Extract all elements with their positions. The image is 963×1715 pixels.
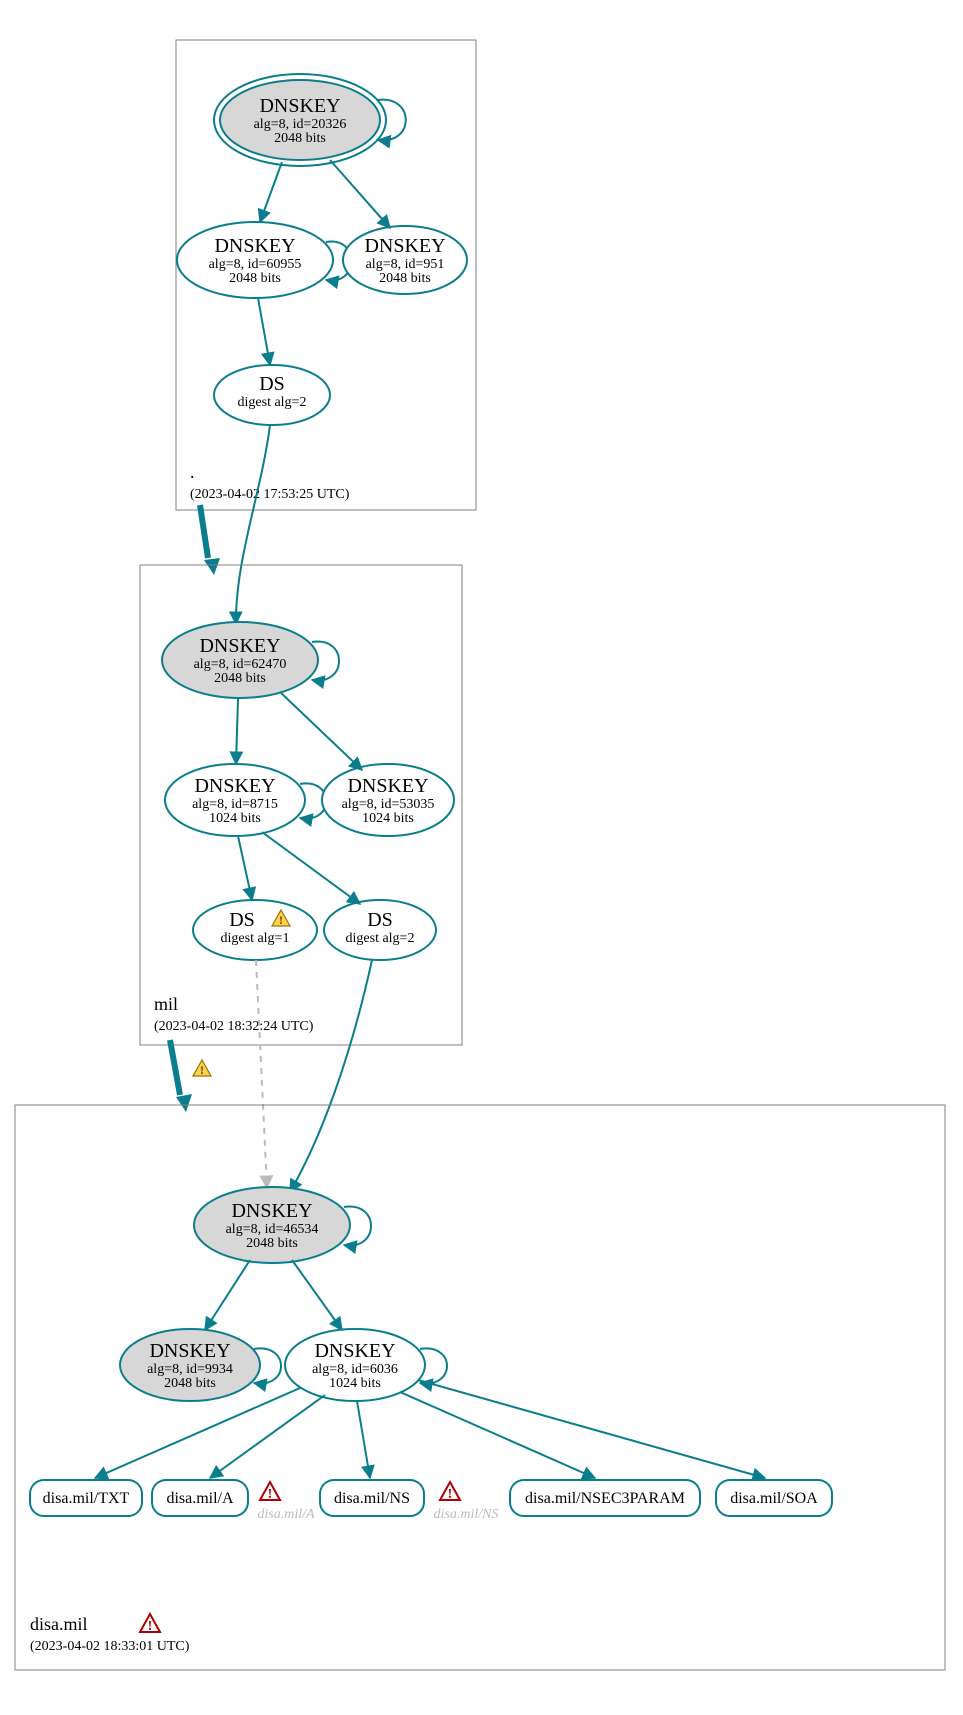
node-root-zsk2[interactable]: DNSKEY alg=8, id=951 2048 bits (343, 226, 467, 294)
node-rr-a-missing: ! (260, 1482, 280, 1502)
svg-text:DNSKEY: DNSKEY (314, 1340, 395, 1362)
node-mil-zsk2[interactable]: DNSKEY alg=8, id=53035 1024 bits (322, 764, 454, 836)
edge-dksk-dksk2 (205, 1260, 250, 1330)
node-root-ds[interactable]: DS digest alg=2 (214, 365, 330, 425)
svg-text:alg=8, id=9934: alg=8, id=9934 (147, 1362, 233, 1377)
svg-text:alg=8, id=46534: alg=8, id=46534 (226, 1222, 319, 1237)
node-mil-ds2[interactable]: DS digest alg=2 (324, 900, 436, 960)
svg-text:digest alg=2: digest alg=2 (238, 395, 307, 410)
svg-text:2048 bits: 2048 bits (164, 1376, 216, 1391)
edge-mds2-dksk (290, 960, 372, 1192)
svg-text:disa.mil/NSEC3PARAM: disa.mil/NSEC3PARAM (525, 1490, 685, 1507)
svg-text:alg=8, id=951: alg=8, id=951 (366, 257, 445, 272)
label-rr-a-missing: disa.mil/A (257, 1507, 315, 1522)
edge-mzsk1-mds1 (238, 836, 252, 900)
node-rr-ns[interactable]: disa.mil/NS (320, 1480, 424, 1516)
zone-root-ts: (2023-04-02 17:53:25 UTC) (190, 487, 350, 502)
svg-text:alg=8, id=20326: alg=8, id=20326 (254, 117, 347, 132)
svg-text:!: ! (448, 1487, 453, 1502)
node-rr-nsec3[interactable]: disa.mil/NSEC3PARAM (510, 1480, 700, 1516)
node-root-zsk1[interactable]: DNSKEY alg=8, id=60955 2048 bits (177, 222, 333, 298)
dnssec-graph: . (2023-04-02 17:53:25 UTC) DNSKEY alg=8… (0, 0, 963, 1715)
edge-dzsk-ns (357, 1401, 370, 1478)
edge-mds1-dksk-dashed (256, 960, 267, 1188)
error-icon: ! (140, 1614, 160, 1634)
svg-text:alg=8, id=62470: alg=8, id=62470 (194, 657, 287, 672)
svg-text:DNSKEY: DNSKEY (214, 235, 295, 257)
edge-dzsk-a (210, 1395, 325, 1478)
svg-text:2048 bits: 2048 bits (246, 1236, 298, 1251)
svg-text:disa.mil/SOA: disa.mil/SOA (730, 1490, 818, 1507)
svg-text:2048 bits: 2048 bits (214, 671, 266, 686)
edge-rds-milksk (236, 425, 270, 624)
svg-text:disa.mil/A: disa.mil/A (166, 1490, 234, 1507)
svg-text:1024 bits: 1024 bits (209, 811, 261, 826)
delegation-mil-disa (170, 1040, 180, 1095)
svg-text:2048 bits: 2048 bits (274, 131, 326, 146)
svg-text:disa.mil/TXT: disa.mil/TXT (43, 1490, 130, 1507)
svg-text:digest alg=1: digest alg=1 (221, 931, 290, 946)
node-mil-ds1[interactable]: DS digest alg=1 ! (193, 900, 317, 960)
svg-text:2048 bits: 2048 bits (229, 271, 281, 286)
node-root-ksk[interactable]: DNSKEY alg=8, id=20326 2048 bits (214, 74, 386, 166)
svg-text:alg=8, id=6036: alg=8, id=6036 (312, 1362, 398, 1377)
node-rr-soa[interactable]: disa.mil/SOA (716, 1480, 832, 1516)
svg-text:digest alg=2: digest alg=2 (346, 931, 415, 946)
node-mil-zsk1[interactable]: DNSKEY alg=8, id=8715 1024 bits (165, 764, 305, 836)
svg-text:!: ! (268, 1487, 273, 1502)
svg-text:DNSKEY: DNSKEY (231, 1200, 312, 1222)
edge-rksk-rzsk2 (330, 160, 390, 228)
svg-text:DS: DS (367, 909, 393, 931)
svg-text:alg=8, id=53035: alg=8, id=53035 (342, 797, 435, 812)
zone-disa-ts: (2023-04-02 18:33:01 UTC) (30, 1639, 190, 1654)
edge-dzsk-soa (418, 1380, 765, 1478)
delegation-root-mil (200, 505, 208, 558)
edge-dzsk-nsec3 (400, 1392, 595, 1478)
edge-mksk-mzsk1 (236, 698, 238, 764)
svg-text:DNSKEY: DNSKEY (347, 775, 428, 797)
svg-text:DNSKEY: DNSKEY (364, 235, 445, 257)
edge-mzsk1-mds2 (262, 832, 360, 904)
edge-rzsk1-rds (258, 298, 270, 365)
svg-text:DS: DS (229, 909, 255, 931)
label-rr-ns-missing: disa.mil/NS (434, 1507, 499, 1522)
zone-mil-ts: (2023-04-02 18:32:24 UTC) (154, 1019, 314, 1034)
svg-text:alg=8, id=8715: alg=8, id=8715 (192, 797, 278, 812)
svg-text:DNSKEY: DNSKEY (194, 775, 275, 797)
zone-root-title: . (190, 462, 195, 482)
node-disa-ksk2[interactable]: DNSKEY alg=8, id=9934 2048 bits (120, 1329, 260, 1401)
svg-text:!: ! (200, 1063, 204, 1077)
svg-text:!: ! (279, 913, 283, 927)
svg-text:DNSKEY: DNSKEY (199, 635, 280, 657)
node-mil-ksk[interactable]: DNSKEY alg=8, id=62470 2048 bits (162, 622, 318, 698)
node-rr-a[interactable]: disa.mil/A (152, 1480, 248, 1516)
node-rr-ns-missing: ! (440, 1482, 460, 1502)
svg-text:DS: DS (259, 373, 285, 395)
warning-icon: ! (193, 1060, 211, 1077)
node-disa-zsk[interactable]: DNSKEY alg=8, id=6036 1024 bits (285, 1329, 425, 1401)
edge-dksk-dzsk (292, 1260, 342, 1330)
node-rr-txt[interactable]: disa.mil/TXT (30, 1480, 142, 1516)
node-disa-ksk[interactable]: DNSKEY alg=8, id=46534 2048 bits (194, 1187, 350, 1263)
zone-disa-title: disa.mil (30, 1614, 88, 1634)
zone-mil-title: mil (154, 994, 178, 1014)
svg-text:1024 bits: 1024 bits (362, 811, 414, 826)
svg-text:disa.mil/NS: disa.mil/NS (334, 1490, 410, 1507)
svg-text:1024 bits: 1024 bits (329, 1376, 381, 1391)
edge-mksk-mzsk2 (280, 692, 362, 770)
svg-text:2048 bits: 2048 bits (379, 271, 431, 286)
svg-text:DNSKEY: DNSKEY (149, 1340, 230, 1362)
svg-text:!: ! (148, 1619, 153, 1634)
edge-rksk-rzsk1 (260, 162, 282, 222)
svg-text:DNSKEY: DNSKEY (259, 95, 340, 117)
svg-text:alg=8, id=60955: alg=8, id=60955 (209, 257, 302, 272)
